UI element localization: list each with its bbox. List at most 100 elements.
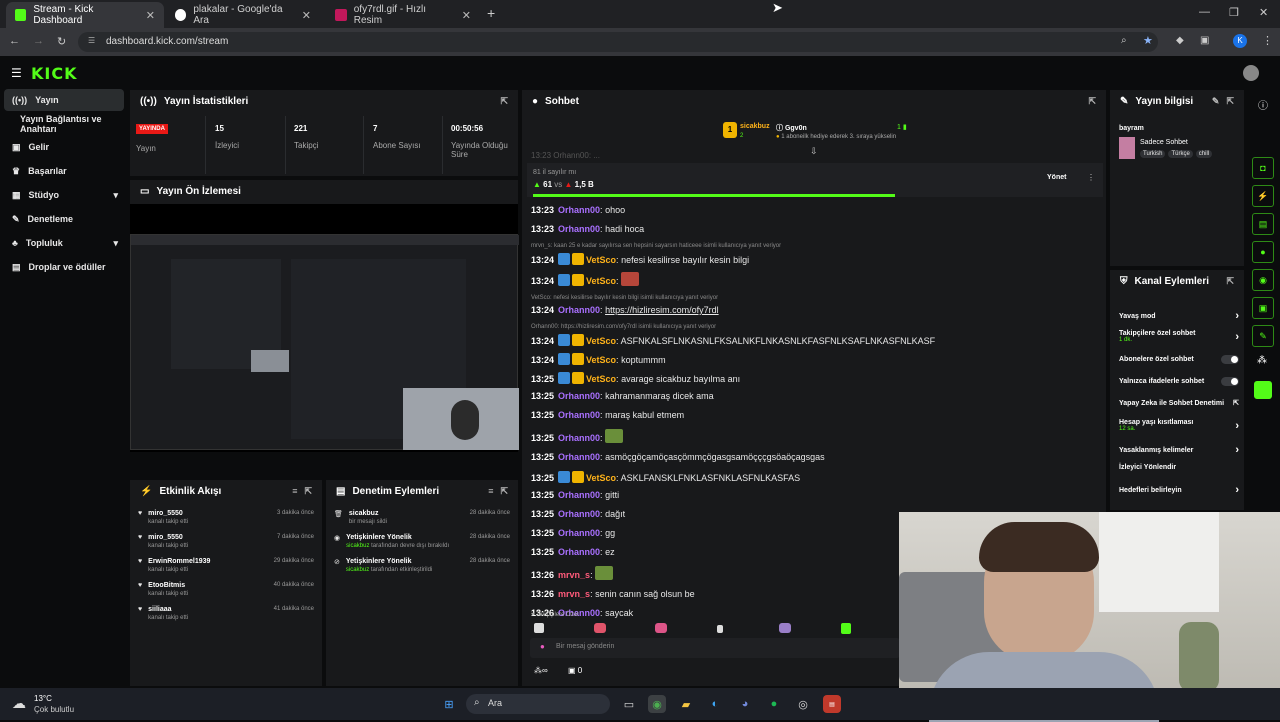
info-icon[interactable]: ⓘ (1258, 97, 1268, 112)
new-tab-icon[interactable]: + (487, 5, 495, 21)
tab-google-search[interactable]: plakalar - Google'da Ara ✕ (166, 2, 320, 28)
obs-icon[interactable]: ◎ (794, 695, 812, 713)
popout-icon[interactable]: ⇱ (304, 486, 312, 497)
weather-icon[interactable]: ☁ (12, 695, 26, 712)
channel-action-item[interactable]: Hedefleri belirleyin › (1119, 484, 1239, 496)
points-icon[interactable]: ⁂∞ (534, 666, 548, 675)
menu-icon[interactable]: ⋮ (1262, 34, 1273, 47)
more-icon[interactable]: ⋮ (1087, 173, 1095, 182)
close-icon[interactable]: ✕ (302, 9, 311, 22)
channel-action-item[interactable]: Hesap yaşı kısıtlaması 12 sa. › (1119, 419, 1239, 432)
channel-action-item[interactable]: Abonelere özel sohbet (1119, 355, 1239, 364)
rail-stats-icon[interactable]: ▣ (1252, 297, 1274, 319)
back-icon[interactable]: ← (9, 35, 20, 47)
chat-input[interactable]: Bir mesaj gönderin (530, 638, 900, 658)
message-username[interactable]: Orhann00 (558, 528, 600, 538)
filter-icon[interactable]: ≡ (488, 486, 493, 496)
sidebar-item-basarilar[interactable]: ♛ Başarılar (4, 160, 124, 182)
url-field[interactable]: dashboard.kick.com/stream (78, 32, 1158, 52)
tab-hizli-resim[interactable]: ofy7rdl.gif - Hızlı Resim ✕ (326, 2, 480, 28)
popout-icon[interactable]: ⇱ (500, 96, 508, 107)
sidebar-item-droplar[interactable]: ▤ Droplar ve ödüller (4, 256, 124, 278)
message-username[interactable]: Orhann00 (558, 452, 600, 462)
chevron-right-icon[interactable]: › (1235, 331, 1239, 343)
message-username[interactable]: Orhann00 (558, 410, 600, 420)
site-info-icon[interactable]: ☰ (88, 36, 95, 45)
edit-icon[interactable]: ✎ (1212, 96, 1220, 107)
sidebar-item-yayin[interactable]: ((•)) Yayın (4, 89, 124, 111)
task-view-icon[interactable]: ▭ (620, 695, 638, 713)
filter-icon[interactable]: ≡ (292, 486, 297, 496)
edge-icon[interactable]: ◐ (706, 695, 724, 713)
forward-icon[interactable]: → (33, 35, 44, 47)
rail-add-icon[interactable] (1254, 381, 1272, 399)
rail-clipboard-icon[interactable]: ▤ (1252, 213, 1274, 235)
sidebar-item-topluluk[interactable]: ♣ Topluluk ▾ (4, 232, 124, 254)
chrome-icon[interactable]: ◉ (648, 695, 666, 713)
zoom-icon[interactable]: ⌕ (1121, 35, 1127, 46)
close-icon[interactable]: ✕ (146, 9, 155, 22)
sidebar-item-stream-key[interactable]: Yayın Bağlantısı ve Anahtarı (4, 113, 124, 135)
channel-action-item[interactable]: Yapay Zeka ile Sohbet Denetimi ⇱ (1119, 399, 1239, 408)
emote-icon[interactable] (779, 623, 791, 633)
rail-wrench-icon[interactable]: ✎ (1252, 325, 1274, 347)
close-window-icon[interactable]: ✕ (1259, 6, 1268, 19)
toggle-switch[interactable] (1221, 377, 1239, 386)
file-explorer-icon[interactable]: ▰ (677, 695, 695, 713)
emote-icon[interactable] (534, 623, 544, 633)
message-username[interactable]: Orhann00 (558, 224, 600, 234)
message-username[interactable]: Orhann00 (558, 509, 600, 519)
message-username[interactable]: Orhann00 (558, 205, 600, 215)
puzzle-icon[interactable]: ▣ (1200, 35, 1209, 46)
minimize-icon[interactable]: — (1199, 6, 1210, 18)
message-username[interactable]: VetSco (586, 336, 616, 346)
gifter-name[interactable]: sicakbuz (740, 123, 770, 130)
close-icon[interactable]: ✕ (462, 9, 471, 22)
sidebar-item-denetleme[interactable]: ✎ Denetleme (4, 208, 124, 230)
message-username[interactable]: VetSco (586, 255, 616, 265)
message-text[interactable]: https://hizliresim.com/ofy7rdl (605, 305, 719, 315)
message-username[interactable]: Orhann00 (558, 305, 600, 315)
chevron-right-icon[interactable]: › (1235, 420, 1239, 432)
sidebar-item-studyo[interactable]: ▦ Stüdyo ▾ (4, 184, 124, 206)
profile-avatar[interactable]: K (1233, 34, 1247, 48)
popout-icon[interactable]: ⇱ (1226, 96, 1234, 107)
message-username[interactable]: VetSco (586, 355, 616, 365)
rail-broadcast-icon[interactable]: ◉ (1252, 269, 1274, 291)
hamburger-menu-icon[interactable]: ☰ (11, 66, 22, 80)
reload-icon[interactable]: ↻ (57, 35, 66, 48)
message-username[interactable]: VetSco (586, 276, 616, 286)
spotify-icon[interactable]: ● (765, 695, 783, 713)
windows-start-icon[interactable]: ⊞ (440, 695, 458, 713)
discord-icon[interactable]: ◕ (736, 695, 754, 713)
popout-icon[interactable]: ⇱ (1088, 96, 1096, 107)
channel-action-item[interactable]: Yavaş mod › (1119, 310, 1239, 322)
extension-icon[interactable]: ◆ (1176, 35, 1184, 46)
channel-action-item[interactable]: Yasaklanmış kelimeler › (1119, 444, 1239, 456)
channel-action-item[interactable]: İzleyici Yönlendir (1119, 464, 1239, 471)
message-username[interactable]: Orhann00 (558, 433, 600, 443)
channel-action-item[interactable]: Yalnızca ifadelerle sohbet (1119, 377, 1239, 386)
popout-icon[interactable]: ⇱ (500, 486, 508, 497)
message-username[interactable]: VetSco (586, 374, 616, 384)
message-username[interactable]: Orhann00 (558, 391, 600, 401)
external-link-icon[interactable]: ⇱ (1233, 399, 1239, 407)
rail-chat-icon[interactable]: ● (1252, 241, 1274, 263)
kick-logo[interactable]: KICK (31, 64, 78, 83)
user-avatar[interactable] (1243, 65, 1259, 81)
chevron-right-icon[interactable]: › (1235, 484, 1239, 496)
emote-icon[interactable] (717, 625, 723, 633)
emote-icon[interactable] (841, 623, 851, 634)
chevron-right-icon[interactable]: › (1235, 444, 1239, 456)
poll-manage-button[interactable]: Yönet (1047, 174, 1066, 181)
bookmark-star-icon[interactable]: ★ (1143, 34, 1153, 47)
message-username[interactable]: Orhann00 (558, 490, 600, 500)
rail-bolt-icon[interactable]: ⚡ (1252, 185, 1274, 207)
mic-icon[interactable]: ● (540, 642, 545, 651)
app-icon[interactable]: ▤ (823, 695, 841, 713)
tab-kick-dashboard[interactable]: Stream - Kick Dashboard ✕ (6, 2, 164, 28)
emote-icon[interactable] (594, 623, 606, 633)
popout-icon[interactable]: ⇱ (1226, 276, 1234, 287)
message-username[interactable]: mrvn_s (558, 570, 590, 580)
chevron-right-icon[interactable]: › (1235, 310, 1239, 322)
